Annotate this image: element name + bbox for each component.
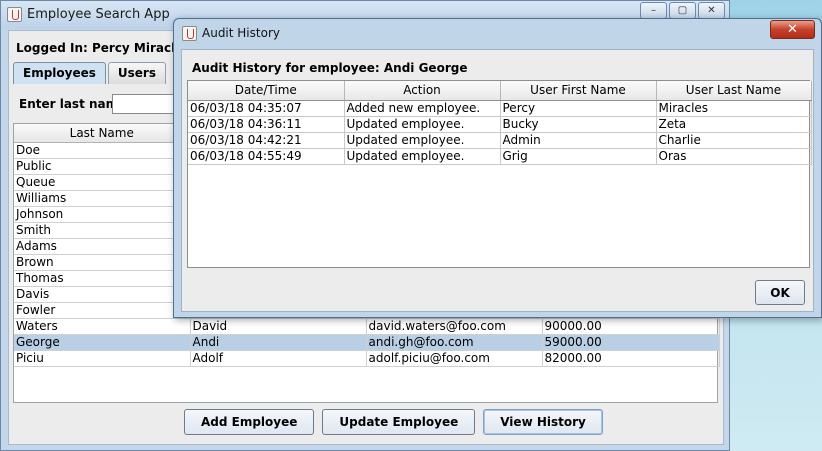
table-cell: David: [190, 318, 367, 335]
dialog-close-button[interactable]: ✕: [770, 20, 815, 39]
tab-users[interactable]: Users: [107, 62, 166, 84]
audit-table-header: Date/Time Action User First Name User Last …: [188, 81, 812, 101]
table-cell: Zeta: [656, 116, 812, 133]
employee-action-buttons: Add Employee Update Employee View Histor…: [184, 409, 603, 435]
audit-row[interactable]: 06/03/18 04:55:49 Updated employee. Grig Or…: [188, 148, 812, 165]
table-row[interactable]: Waters David david.waters@foo.com 90000.00: [14, 318, 720, 335]
table-cell: 59000.00: [542, 334, 720, 351]
audit-history-table: Date/Time Action User First Name User Last …: [188, 81, 812, 165]
table-cell: Fowler: [14, 302, 191, 319]
table-cell: 06/03/18 04:42:21: [188, 132, 345, 149]
maximize-button[interactable]: ▢: [669, 2, 696, 19]
update-employee-button[interactable]: Update Employee: [322, 409, 476, 435]
table-cell: 06/03/18 04:55:49: [188, 148, 345, 165]
table-cell: Adams: [14, 238, 191, 255]
table-cell: 82000.00: [542, 350, 720, 367]
table-cell: Brown: [14, 254, 191, 271]
table-cell: andi.gh@foo.com: [366, 334, 543, 351]
table-cell: Johnson: [14, 206, 191, 223]
table-cell: 06/03/18 04:35:07: [188, 100, 345, 117]
table-cell: Oras: [656, 148, 812, 165]
table-cell: 90000.00: [542, 318, 720, 335]
table-cell: Smith: [14, 222, 191, 239]
table-cell: Piciu: [14, 350, 191, 367]
table-cell: Grig: [500, 148, 657, 165]
audit-history-dialog: Audit History ✕ Audit History for employ…: [173, 18, 822, 318]
table-cell: Adolf: [190, 350, 367, 367]
java-icon: [7, 7, 22, 22]
dialog-title: Audit History: [202, 26, 280, 40]
audit-history-heading: Audit History for employee: Andi George: [192, 61, 468, 75]
close-button[interactable]: ✕: [698, 2, 725, 19]
main-window-title: Employee Search App: [27, 7, 170, 22]
audit-row[interactable]: 06/03/18 04:42:21 Updated employee. Admin C…: [188, 132, 812, 149]
table-cell: Queue: [14, 174, 191, 191]
java-icon: [182, 26, 197, 41]
logged-in-label: Logged In: Percy Miracles: [16, 41, 191, 55]
main-tabs: Employees Users: [13, 62, 168, 84]
table-cell: Williams: [14, 190, 191, 207]
column-header[interactable]: Last Name: [14, 124, 191, 143]
column-header[interactable]: Action: [344, 81, 501, 101]
table-cell: Admin: [500, 132, 657, 149]
table-cell: adolf.piciu@foo.com: [366, 350, 543, 367]
table-row[interactable]: Piciu Adolf adolf.piciu@foo.com 82000.00: [14, 350, 720, 367]
column-header[interactable]: User First Name: [500, 81, 657, 101]
audit-row[interactable]: 06/03/18 04:35:07 Added new employee. Perc…: [188, 100, 812, 117]
minimize-button[interactable]: –: [640, 2, 667, 19]
table-cell: George: [14, 334, 191, 351]
table-cell: Percy: [500, 100, 657, 117]
table-cell: Doe: [14, 142, 191, 159]
audit-row[interactable]: 06/03/18 04:36:11 Updated employee. Bucky Z…: [188, 116, 812, 133]
table-cell: Thomas: [14, 270, 191, 287]
table-cell: Waters: [14, 318, 191, 335]
table-cell: 06/03/18 04:36:11: [188, 116, 345, 133]
table-cell: Public: [14, 158, 191, 175]
table-cell: Updated employee.: [344, 148, 501, 165]
table-cell: Updated employee.: [344, 132, 501, 149]
table-cell: Andi: [190, 334, 367, 351]
add-employee-button[interactable]: Add Employee: [184, 409, 315, 435]
table-cell: Updated employee.: [344, 116, 501, 133]
ok-button[interactable]: OK: [755, 280, 805, 305]
table-cell: Bucky: [500, 116, 657, 133]
view-history-button[interactable]: View History: [483, 409, 603, 435]
audit-table-scroll[interactable]: Date/Time Action User First Name User Last …: [187, 80, 812, 268]
dialog-body: Audit History for employee: Andi George …: [181, 49, 814, 312]
column-header[interactable]: Date/Time: [188, 81, 345, 101]
column-header[interactable]: User Last Name: [656, 81, 812, 101]
last-name-search-input[interactable]: [112, 94, 182, 114]
search-label: Enter last name: [19, 97, 127, 111]
table-cell: Davis: [14, 286, 191, 303]
table-cell: Added new employee.: [344, 100, 501, 117]
table-cell: Miracles: [656, 100, 812, 117]
tab-employees[interactable]: Employees: [13, 62, 106, 84]
table-row[interactable]: George Andi andi.gh@foo.com 59000.00: [14, 334, 720, 351]
table-cell: david.waters@foo.com: [366, 318, 543, 335]
table-cell: Charlie: [656, 132, 812, 149]
